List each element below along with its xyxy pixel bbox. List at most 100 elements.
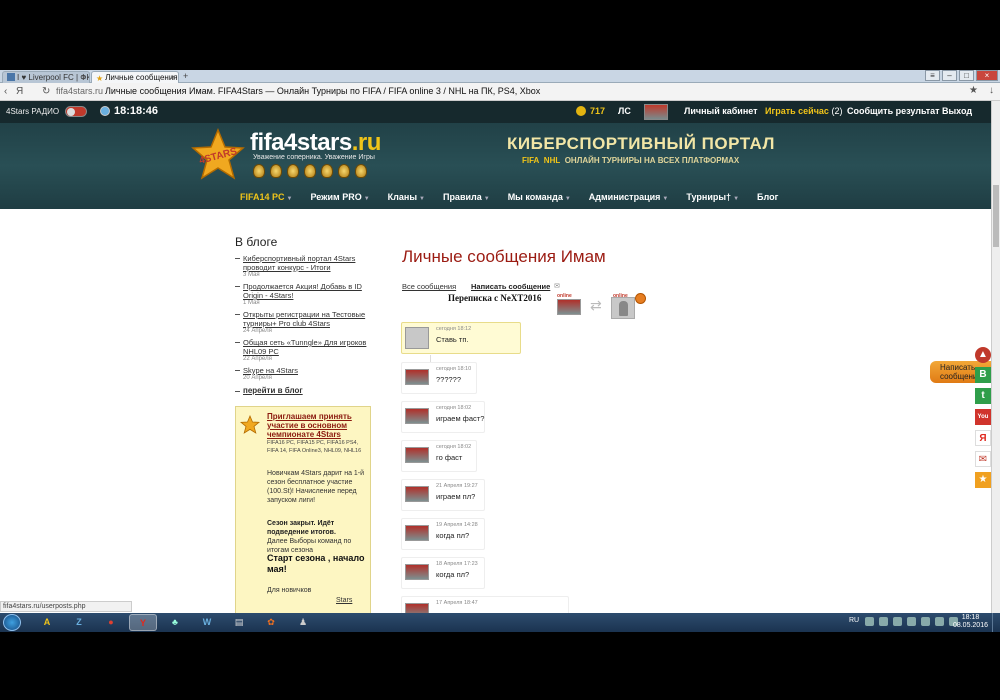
blog-link[interactable]: Skype на 4Stars	[235, 366, 370, 375]
all-messages-link[interactable]: Все сообщения	[402, 282, 456, 291]
message-avatar[interactable]	[405, 327, 429, 349]
tray-icon[interactable]	[879, 617, 888, 626]
nav-admin[interactable]: Администрация ▼	[589, 192, 669, 202]
season-closed-text: Сезон закрыт. Идёт подведение итогов.	[267, 520, 336, 536]
reload-icon[interactable]: ↻	[42, 86, 50, 97]
hat-icon[interactable]: ▲	[975, 347, 991, 363]
radio-label: 4Stars РАДИО	[6, 107, 60, 116]
write-message-link[interactable]: Написать сообщение	[471, 282, 550, 291]
coin-balance[interactable]: 717	[590, 106, 605, 116]
trophy-icon	[253, 164, 265, 178]
zona-icon[interactable]: Z	[65, 614, 93, 631]
mail-icon[interactable]: ✉	[975, 451, 991, 467]
trophy-icon	[321, 164, 333, 178]
media-icon[interactable]: ●	[97, 614, 125, 631]
private-messages-link[interactable]: ЛС	[618, 106, 631, 116]
tray-icon[interactable]	[893, 617, 902, 626]
tray-icon[interactable]	[865, 617, 874, 626]
play-now-link[interactable]: Играть сейчас (2)	[765, 106, 842, 116]
nav-blog[interactable]: Блог	[757, 192, 778, 202]
maximize-icon[interactable]: □	[959, 70, 974, 81]
yandex-icon[interactable]: Я	[975, 430, 991, 446]
stars-link[interactable]: Stars	[336, 597, 352, 604]
game-icon[interactable]: ♟	[289, 614, 317, 631]
back-icon[interactable]: ‹	[4, 86, 7, 97]
message-time: 18 Апреля 17:23	[436, 561, 478, 567]
blog-link[interactable]: Киберспортивный портал 4Stars проводит к…	[235, 254, 370, 272]
trophy-icon	[304, 164, 316, 178]
orange-app-icon[interactable]: ✿	[257, 614, 285, 631]
site-logo[interactable]: fifa4stars.ru	[250, 129, 381, 157]
tray-icon[interactable]	[907, 617, 916, 626]
blog-item: Продолжается Акция! Добавь в ID Origin -…	[235, 282, 370, 306]
user-avatar[interactable]	[644, 104, 668, 120]
message-avatar[interactable]	[405, 525, 429, 541]
yandex-icon[interactable]: Я	[16, 86, 23, 97]
message-avatar[interactable]	[405, 603, 429, 613]
blog-link[interactable]: Продолжается Акция! Добавь в ID Origin -…	[235, 282, 370, 300]
close-window-icon[interactable]: ×	[976, 70, 998, 81]
blog-date: 22 Апреля	[243, 356, 272, 362]
message-avatar[interactable]	[405, 486, 429, 502]
avast-icon[interactable]: A	[33, 614, 61, 631]
browser-tab-messages[interactable]: ★ Личные сообщения И ×	[91, 71, 179, 83]
close-tab-icon[interactable]: ×	[170, 72, 175, 83]
video-icon[interactable]: ▤	[225, 614, 253, 631]
url-field[interactable]: fifa4stars.ru	[56, 86, 103, 96]
nav-rules[interactable]: Правила ▼	[443, 192, 490, 202]
start-button[interactable]	[3, 614, 21, 631]
tray-icon[interactable]	[921, 617, 930, 626]
browser-tab-liverpool[interactable]: I ♥ Liverpool FC | ФК ×	[2, 71, 90, 83]
close-tab-icon[interactable]: ×	[81, 72, 86, 83]
nav-pro-mode[interactable]: Режим PRO ▼	[310, 192, 369, 202]
star-icon[interactable]: ★	[975, 472, 991, 488]
network-icon[interactable]	[935, 617, 944, 626]
blog-link[interactable]: Открыты регистрации на Тестовые турниры+…	[235, 310, 370, 328]
message-avatar[interactable]	[405, 447, 429, 463]
menu-icon[interactable]: ≡	[925, 70, 940, 81]
nav-fifa14[interactable]: FIFA14 PC ▼	[240, 192, 292, 202]
radio-toggle[interactable]	[65, 106, 87, 117]
logout-link[interactable]: Выход	[942, 106, 972, 116]
page-title-in-address: Личные сообщения Имам. FIFA4Stars — Онла…	[105, 86, 541, 96]
trophy-icon	[270, 164, 282, 178]
app-icon[interactable]: ♣	[161, 614, 189, 631]
message-avatar[interactable]	[405, 369, 429, 385]
message-time: 17 Апреля 18:47	[436, 600, 478, 606]
system-clock[interactable]: 18:18 08.05.2016	[953, 614, 988, 630]
cabinet-link[interactable]: Личный кабинет	[684, 106, 758, 116]
trophy-icon	[355, 164, 367, 178]
twitter-icon[interactable]: t	[975, 388, 991, 404]
participant-avatar[interactable]	[611, 297, 635, 319]
scrollbar-thumb[interactable]	[993, 185, 999, 247]
show-desktop-button[interactable]	[992, 613, 1000, 632]
championship-link[interactable]: Приглашаем принять участие в основном че…	[267, 412, 367, 439]
windows-taskbar: A Z ● Y ♣ W ▤ ✿ ♟ RU 18:18 08.05.2016	[0, 613, 1000, 632]
language-indicator[interactable]: RU	[849, 617, 859, 624]
word-icon[interactable]: W	[193, 614, 221, 631]
message-text: играем пл?	[436, 492, 476, 501]
message-time: 21 Апреля 19:27	[436, 483, 478, 489]
message-avatar[interactable]	[405, 564, 429, 580]
new-tab-button[interactable]: +	[183, 71, 188, 81]
nav-clans[interactable]: Кланы ▼	[388, 192, 425, 202]
participant-avatar[interactable]	[557, 299, 581, 315]
logo-star-icon[interactable]: 4STARS	[190, 128, 246, 180]
vk-icon[interactable]: B	[975, 367, 991, 383]
blog-item: Киберспортивный портал 4Stars проводит к…	[235, 254, 370, 278]
nav-team[interactable]: Мы команда ▼	[508, 192, 571, 202]
clock-icon	[100, 106, 110, 116]
window-controls: ≡ – □ ×	[925, 70, 998, 82]
blog-link[interactable]: Общая сеть «Tunngle» Для игроков NHL09 P…	[235, 338, 370, 356]
go-to-blog-link[interactable]: перейти в блог	[235, 386, 303, 395]
minimize-icon[interactable]: –	[942, 70, 957, 81]
youtube-icon[interactable]: You	[975, 409, 991, 425]
report-result-link[interactable]: Сообщить результат	[847, 106, 940, 116]
message-text: ??????	[436, 375, 462, 384]
download-icon[interactable]: ↓	[989, 85, 994, 96]
bookmark-star-icon[interactable]: ★	[969, 85, 978, 96]
message-avatar[interactable]	[405, 408, 429, 424]
nav-tournaments[interactable]: Турниры† ▼	[686, 192, 739, 202]
page-scrollbar[interactable]	[991, 101, 1000, 613]
yandex-browser-icon[interactable]: Y	[129, 614, 157, 631]
